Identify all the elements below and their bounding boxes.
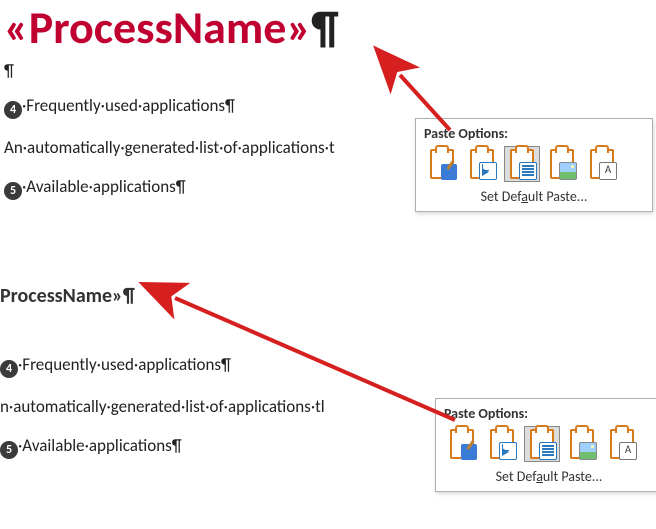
paste-picture-button[interactable] bbox=[564, 426, 600, 462]
paste-options-label: Paste Options: bbox=[444, 405, 654, 422]
clipboard-icon bbox=[570, 429, 594, 459]
paste-merge-formatting-button[interactable] bbox=[484, 426, 520, 462]
numbered-bullet-4: 4 bbox=[0, 360, 18, 378]
clipboard-icon bbox=[470, 149, 494, 179]
document-canvas: «ProcessName»¶ ¶ 4·Frequently·used·appli… bbox=[0, 0, 656, 529]
paste-picture-button[interactable] bbox=[544, 146, 580, 182]
page-title: «ProcessName»¶ bbox=[4, 0, 339, 56]
list-item-4: 4·Frequently·used·applications¶ bbox=[0, 354, 325, 378]
paste-merge-formatting-button[interactable] bbox=[464, 146, 500, 182]
body-text: n·automatically·generated·list·of·applic… bbox=[0, 396, 325, 417]
set-default-text-pre: Set Def bbox=[481, 188, 522, 205]
paste-keep-text-only-button[interactable] bbox=[524, 426, 560, 462]
bottom-section: ProcessName»¶ 4·Frequently·used·applicat… bbox=[0, 284, 325, 465]
paste-options-popup[interactable]: Paste Options: A Set Default Paste... bbox=[415, 118, 653, 212]
paste-options-label: Paste Options: bbox=[424, 125, 644, 142]
clipboard-icon: A bbox=[590, 149, 614, 179]
subheading-text: ProcessName»¶ bbox=[0, 284, 325, 308]
list-text: ·Frequently·used·applications¶ bbox=[18, 354, 231, 375]
paste-keep-source-formatting-button[interactable] bbox=[444, 426, 480, 462]
list-item-4: 4·Frequently·used·applications¶ bbox=[4, 95, 339, 119]
pilcrow-icon: ¶ bbox=[311, 0, 339, 56]
brush-icon bbox=[441, 164, 457, 180]
paste-keep-text-only-button[interactable] bbox=[504, 146, 540, 182]
paste-options-toolbar: A bbox=[424, 146, 644, 182]
clipboard-icon: A bbox=[610, 429, 634, 459]
clipboard-icon bbox=[490, 429, 514, 459]
list-text: ·Available·applications¶ bbox=[22, 176, 186, 197]
clipboard-icon bbox=[450, 429, 474, 459]
list-item-5: 5·Available·applications¶ bbox=[0, 435, 325, 459]
body-text: An·automatically·generated·list·of·appli… bbox=[4, 137, 339, 158]
clipboard-icon bbox=[510, 149, 534, 179]
set-default-paste-button[interactable]: Set Default Paste... bbox=[424, 184, 644, 207]
title-text: «ProcessName» bbox=[4, 0, 311, 56]
paste-unformatted-text-button[interactable]: A bbox=[604, 426, 640, 462]
list-text: ·Frequently·used·applications¶ bbox=[22, 95, 235, 116]
paste-options-popup[interactable]: Paste Options: A Set Default Paste... bbox=[435, 398, 656, 492]
clipboard-icon bbox=[530, 429, 554, 459]
lines-icon bbox=[539, 442, 557, 460]
brush-icon bbox=[461, 444, 477, 460]
numbered-bullet-5: 5 bbox=[4, 182, 22, 200]
list-item-5: 5·Available·applications¶ bbox=[4, 176, 339, 200]
set-default-text-post: ult Paste... bbox=[543, 468, 603, 485]
set-default-paste-button[interactable]: Set Default Paste... bbox=[444, 464, 654, 487]
letter-a-icon: A bbox=[619, 442, 637, 460]
picture-icon bbox=[559, 162, 577, 180]
numbered-bullet-4: 4 bbox=[4, 101, 22, 119]
picture-icon bbox=[579, 442, 597, 460]
top-section: «ProcessName»¶ ¶ 4·Frequently·used·appli… bbox=[0, 0, 339, 206]
empty-paragraph: ¶ bbox=[4, 60, 339, 81]
paste-options-toolbar: A bbox=[444, 426, 654, 462]
paste-unformatted-text-button[interactable]: A bbox=[584, 146, 620, 182]
set-default-text-post: ult Paste... bbox=[528, 188, 588, 205]
arrow-icon bbox=[499, 442, 517, 460]
set-default-text-pre: Set Def bbox=[496, 468, 537, 485]
letter-a-icon: A bbox=[599, 162, 617, 180]
arrow-icon bbox=[479, 162, 497, 180]
set-default-text-underline: a bbox=[536, 468, 543, 485]
clipboard-icon bbox=[430, 149, 454, 179]
paste-keep-source-formatting-button[interactable] bbox=[424, 146, 460, 182]
clipboard-icon bbox=[550, 149, 574, 179]
pilcrow-icon: ¶ bbox=[4, 60, 14, 81]
numbered-bullet-5: 5 bbox=[0, 441, 18, 459]
lines-icon bbox=[519, 162, 537, 180]
list-text: ·Available·applications¶ bbox=[18, 435, 182, 456]
set-default-text-underline: a bbox=[521, 188, 528, 205]
